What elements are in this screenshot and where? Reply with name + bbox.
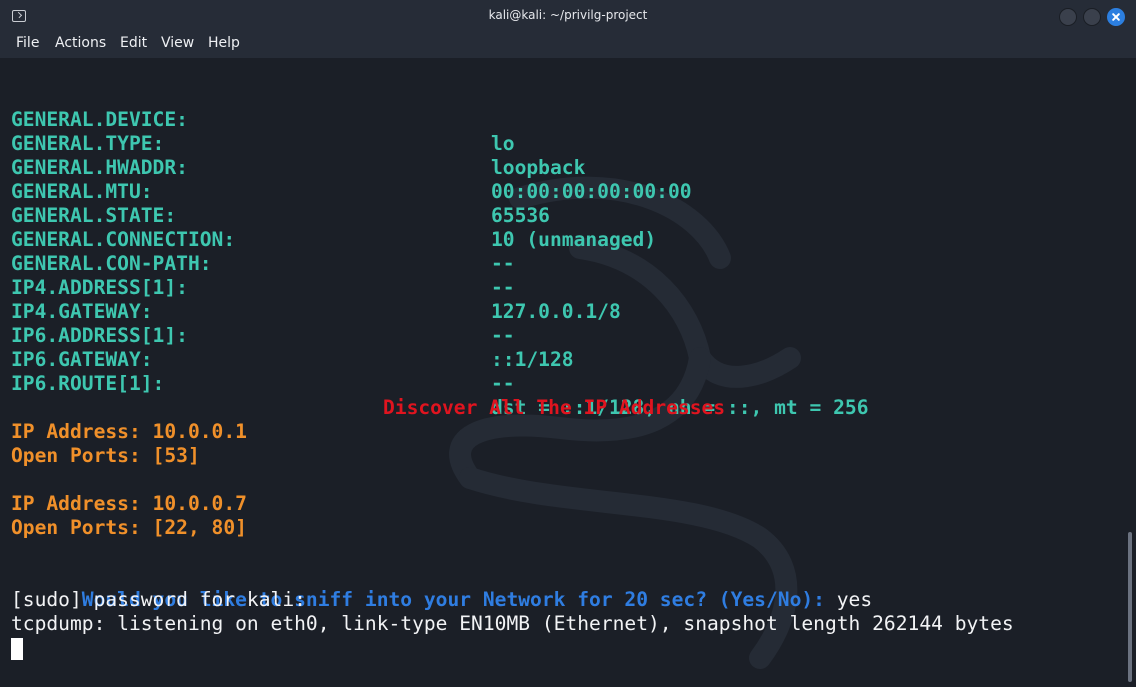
host-address: IP Address: 10.0.0.7 xyxy=(11,492,247,515)
info-row: IP4.GATEWAY: -- xyxy=(11,276,1111,347)
discover-heading: Discover All The IP Addresses xyxy=(383,396,726,419)
maximize-button[interactable] xyxy=(1083,8,1101,26)
menu-actions[interactable]: Actions xyxy=(53,35,108,51)
tcpdump-line: tcpdump: listening on eth0, link-type EN… xyxy=(11,612,1014,635)
info-row: IP6.ROUTE[1]: dst = ::1/128, nh = ::, mt… xyxy=(11,348,1111,419)
info-row: GENERAL.TYPE: loopback xyxy=(11,108,1111,179)
menu-file[interactable]: File xyxy=(14,35,41,51)
host-ports: Open Ports: [53] xyxy=(11,444,200,467)
menu-view[interactable]: View xyxy=(159,35,196,51)
info-row: GENERAL.CONNECTION: -- xyxy=(11,204,1111,275)
terminal-output[interactable]: GENERAL.DEVICE: lo GENERAL.TYPE: loopbac… xyxy=(0,58,1124,687)
info-row: GENERAL.CON-PATH: -- xyxy=(11,228,1111,299)
info-row: GENERAL.MTU: 65536 xyxy=(11,156,1111,227)
scrollbar[interactable] xyxy=(1124,58,1136,687)
title-bar[interactable]: kali@kali: ~/privilg-project xyxy=(0,0,1136,32)
info-value: -- xyxy=(491,372,515,395)
menu-bar: File Actions Edit View Help xyxy=(0,32,1136,58)
sniff-prompt: Would you like to sniff into your Networ… xyxy=(11,564,872,611)
window-title: kali@kali: ~/privilg-project xyxy=(488,8,648,22)
host-ports: Open Ports: [22, 80] xyxy=(11,516,247,539)
menu-edit[interactable]: Edit xyxy=(118,35,149,51)
info-row: IP6.GATEWAY: -- xyxy=(11,324,1111,395)
close-button[interactable] xyxy=(1107,8,1125,26)
menu-help[interactable]: Help xyxy=(206,35,242,51)
sudo-line: [sudo] password for kali: xyxy=(11,588,306,611)
info-key: IP6.ROUTE[1]: xyxy=(11,372,165,395)
host-address: IP Address: 10.0.0.1 xyxy=(11,420,247,443)
info-row: GENERAL.HWADDR: 00:00:00:00:00:00 xyxy=(11,132,1111,203)
terminal-window: kali@kali: ~/privilg-project File Action… xyxy=(0,0,1136,687)
info-row: GENERAL.STATE: 10 (unmanaged) xyxy=(11,180,1111,251)
info-row: GENERAL.DEVICE: lo xyxy=(11,84,1111,155)
minimize-button[interactable] xyxy=(1059,8,1077,26)
prompt-answer: yes xyxy=(824,588,873,611)
info-row: IP4.ADDRESS[1]: 127.0.0.1/8 xyxy=(11,252,1111,323)
scrollbar-thumb[interactable] xyxy=(1128,532,1132,682)
info-row: IP6.ADDRESS[1]: ::1/128 xyxy=(11,300,1111,371)
text-cursor xyxy=(11,638,23,660)
